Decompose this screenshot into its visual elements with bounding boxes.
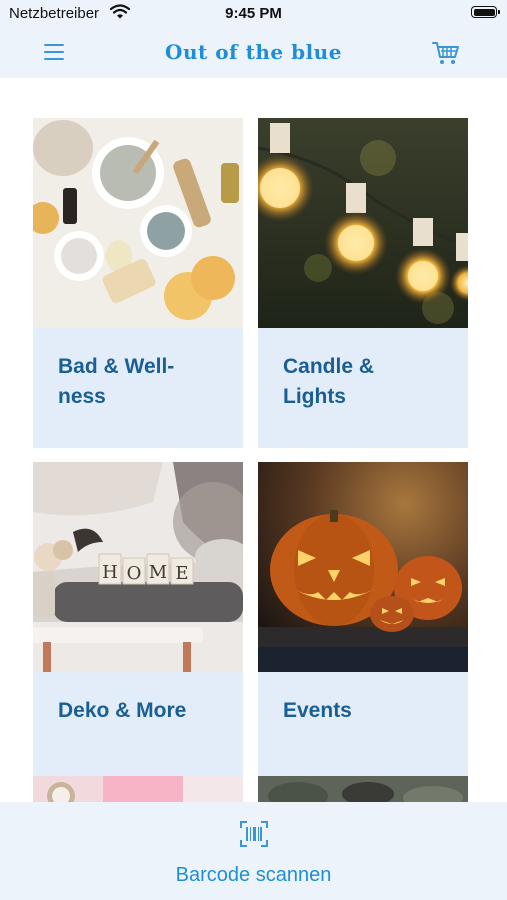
- category-label: Candle & Lights: [283, 355, 375, 408]
- category-label: Bad & Well- ness: [58, 355, 175, 408]
- category-tile-deko-more[interactable]: H O M E Deko & More: [33, 462, 243, 792]
- svg-text:H: H: [102, 562, 118, 583]
- category-label: Deko & More: [58, 699, 187, 722]
- barcode-scan-bar[interactable]: Barcode scannen: [0, 802, 507, 900]
- category-tile-partial[interactable]: [258, 776, 468, 802]
- category-tile-candle-lights[interactable]: Candle & Lights: [258, 118, 468, 448]
- svg-text:O: O: [127, 563, 142, 584]
- category-tile-bad-wellness[interactable]: Bad & Well- ness: [33, 118, 243, 448]
- category-image: [258, 776, 468, 802]
- deko-more-image: H O M E: [33, 462, 243, 672]
- candle-lights-image: [258, 118, 468, 328]
- app-logo: Out of the blue: [165, 40, 342, 64]
- category-tile-events[interactable]: Events: [258, 462, 468, 792]
- status-bar: Netzbetreiber 9:45 PM: [0, 0, 507, 30]
- clock: 9:45 PM: [225, 5, 282, 22]
- events-image: [258, 462, 468, 672]
- category-grid: Bad & Well- ness Candle & Lights H O M E…: [0, 78, 507, 802]
- svg-text:M: M: [149, 562, 167, 583]
- shopping-cart-icon[interactable]: [432, 40, 460, 71]
- category-label: Events: [283, 699, 352, 722]
- battery-icon: [471, 6, 500, 18]
- svg-text:E: E: [175, 563, 188, 584]
- barcode-scan-label[interactable]: Barcode scannen: [0, 864, 507, 887]
- category-image: [33, 776, 243, 802]
- category-tile-partial[interactable]: [33, 776, 243, 802]
- bad-wellness-image: [33, 118, 243, 328]
- barcode-scanner-icon[interactable]: [240, 821, 268, 852]
- navigation-bar: Out of the blue: [0, 30, 507, 78]
